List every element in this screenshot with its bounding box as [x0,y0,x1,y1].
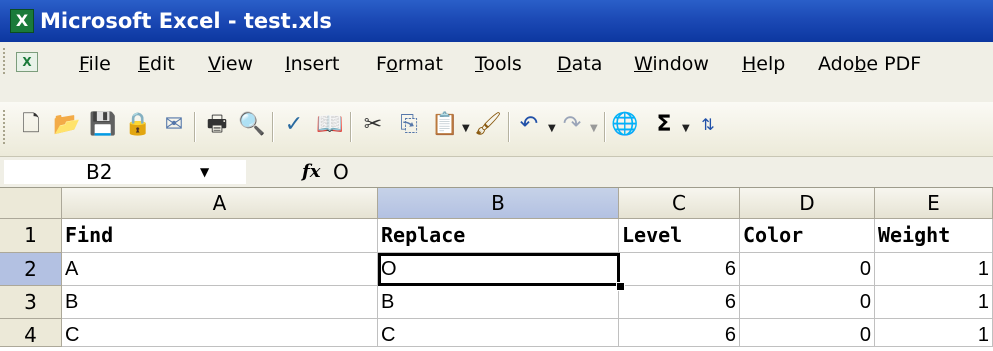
cell-a1[interactable]: Find [62,219,378,253]
cell-b3[interactable]: B [378,286,619,319]
cell-d3[interactable]: 0 [740,286,875,319]
name-box-value: B2 [86,160,113,184]
cell-b1[interactable]: Replace [378,219,619,253]
menu-help[interactable]: Help [742,52,785,76]
menu-grip[interactable] [3,48,8,74]
format-painter-icon[interactable]: 🖌 [474,111,502,139]
toolbar-separator [350,112,352,142]
hyperlink-icon[interactable]: 🌐 [611,111,639,139]
cell-d2[interactable]: 0 [740,253,875,286]
copy-icon[interactable]: ⎘ [395,111,423,139]
toolbar-grip[interactable] [3,110,8,144]
insert-function-icon[interactable]: fx [302,160,320,184]
cell-c3[interactable]: 6 [619,286,740,319]
cell-c4[interactable]: 6 [619,319,740,347]
toolbar-separator [508,112,510,142]
autosum-dropdown-icon[interactable]: ▼ [682,124,690,134]
menu-format[interactable]: Format [376,52,443,76]
cut-icon[interactable]: ✂ [359,111,387,139]
cell-e1[interactable]: Weight [875,219,993,253]
column-header-d[interactable]: D [740,188,875,219]
email-icon[interactable]: ✉ [160,111,188,139]
print-icon[interactable]: 🖶 [203,111,231,139]
sort-ascending-icon[interactable]: ⇅ [694,111,722,139]
toolbar-separator [194,112,196,142]
redo-icon[interactable]: ↷ [558,111,586,139]
column-header-e[interactable]: E [875,188,993,219]
cell-a4[interactable]: C [62,319,378,347]
menu-tools[interactable]: Tools [475,52,522,76]
paste-dropdown-icon[interactable]: ▼ [462,124,470,134]
redo-dropdown-icon[interactable]: ▼ [590,124,598,134]
paste-icon[interactable]: 📋 [431,111,459,139]
workbook-menu-icon[interactable]: X [16,52,38,72]
cell-a2[interactable]: A [62,253,378,286]
save-icon[interactable]: 💾 [89,111,117,139]
cell-a3[interactable]: B [62,286,378,319]
menu-window[interactable]: Window [634,52,709,76]
cell-e2[interactable]: 1 [875,253,993,286]
spelling-icon[interactable]: ✓ [280,111,308,139]
column-header-c[interactable]: C [619,188,740,219]
new-icon[interactable]: 🗋 [17,111,45,139]
active-cell-border [378,253,620,286]
research-icon[interactable]: 📖 [316,111,344,139]
name-box[interactable]: B2 ▼ [4,160,246,184]
formula-input[interactable]: O [333,160,349,184]
menu-data[interactable]: Data [557,52,602,76]
cell-e3[interactable]: 1 [875,286,993,319]
row-header-4[interactable]: 4 [0,319,62,347]
column-header-a[interactable]: A [62,188,378,219]
cell-e4[interactable]: 1 [875,319,993,347]
column-header-b[interactable]: B [378,188,619,219]
permission-icon[interactable]: 🔒 [124,111,152,139]
chevron-down-icon[interactable]: ▼ [200,160,209,184]
menu-adobe-pdf[interactable]: Adobe PDF [818,52,921,76]
print-preview-icon[interactable]: 🔍 [238,111,266,139]
menu-edit[interactable]: Edit [138,52,175,76]
menu-view[interactable]: View [208,52,253,76]
cell-d1[interactable]: Color [740,219,875,253]
row-header-1[interactable]: 1 [0,219,62,253]
cell-d4[interactable]: 0 [740,319,875,347]
cell-b4[interactable]: C [378,319,619,347]
menu-file[interactable]: File [79,52,111,76]
row-header-3[interactable]: 3 [0,286,62,319]
menu-insert[interactable]: Insert [285,52,340,76]
row-header-2[interactable]: 2 [0,253,62,286]
toolbar-separator [272,112,274,142]
cell-c2[interactable]: 6 [619,253,740,286]
undo-icon[interactable]: ↶ [515,111,543,139]
fill-handle[interactable] [616,282,625,291]
excel-icon[interactable]: X [10,9,34,33]
open-icon[interactable]: 📂 [53,111,81,139]
window-title: Microsoft Excel - test.xls [40,9,332,33]
toolbar-separator [604,112,606,142]
cell-c1[interactable]: Level [619,219,740,253]
autosum-icon[interactable]: Σ [650,111,678,139]
undo-dropdown-icon[interactable]: ▼ [548,124,556,134]
select-all-corner[interactable] [0,188,62,219]
